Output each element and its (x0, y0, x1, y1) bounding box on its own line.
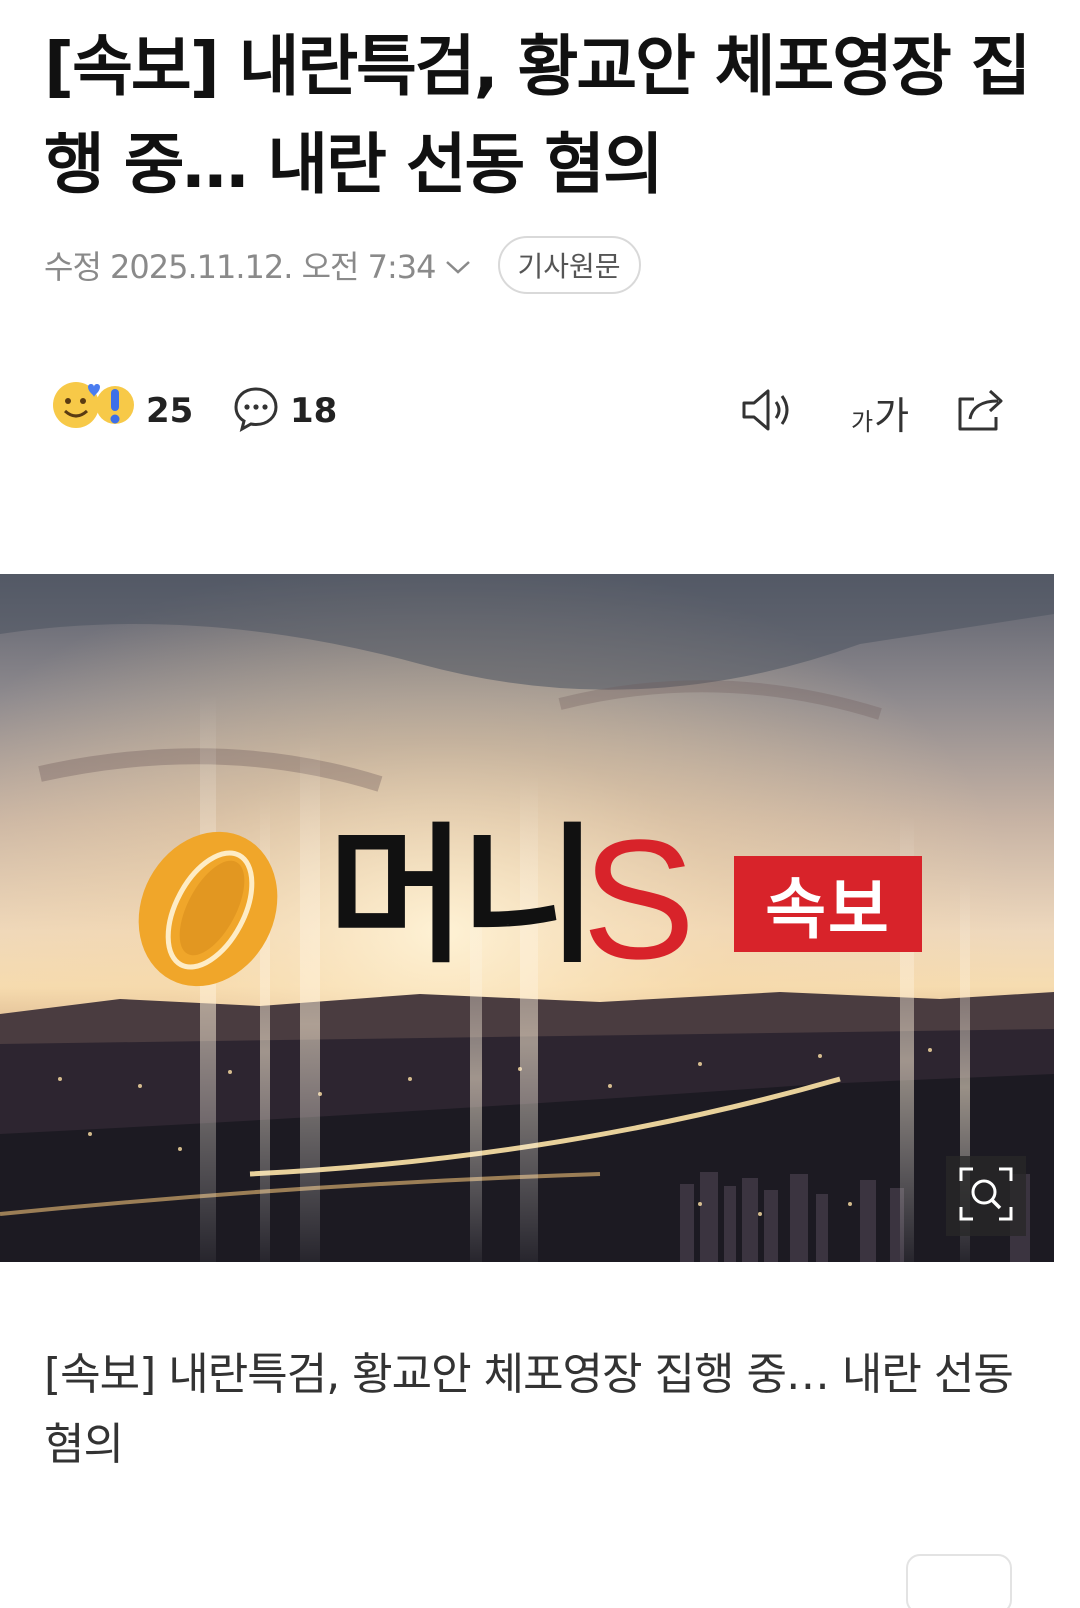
reaction-button[interactable]: 25 (50, 378, 193, 444)
reaction-emoji-icon (50, 381, 140, 441)
image-zoom-button[interactable] (946, 1156, 1026, 1236)
article-hero-image[interactable]: 머니 S 속보 (0, 574, 1054, 1262)
article-date: 수정 2025.11.12. 오전 7:34 (44, 248, 437, 286)
original-article-button[interactable]: 기사원문 (497, 236, 641, 294)
comment-count: 18 (290, 391, 338, 431)
speaker-icon (740, 386, 796, 438)
comment-button[interactable]: 18 (232, 378, 337, 444)
image-caption: [속보] 내란특검, 황교안 체포영장 집행 중… 내란 선동 혐의 (44, 1349, 1014, 1470)
font-size-large-label: 가 (874, 393, 910, 438)
reaction-count: 25 (146, 391, 194, 431)
floating-action-button[interactable] (906, 1554, 1012, 1608)
chevron-down-icon[interactable] (444, 257, 472, 277)
text-to-speech-button[interactable] (738, 384, 798, 440)
comment-icon (232, 385, 280, 437)
font-size-button[interactable]: 가 가 (844, 384, 916, 440)
article-meta: 수정 2025.11.12. 오전 7:34 기사원문 (44, 236, 641, 294)
breaking-news-badge: 속보 (734, 856, 922, 952)
money-s-logo-icon (128, 824, 288, 998)
article-headline: [속보] 내란특검, 황교안 체포영장 집행 중… 내란 선동 혐의 (44, 28, 1031, 203)
share-icon (954, 385, 1006, 439)
brand-s-letter: S (582, 805, 696, 995)
article-action-bar: 25 18 가 가 (44, 378, 1034, 444)
zoom-magnifier-icon (957, 1165, 1015, 1227)
share-button[interactable] (952, 384, 1008, 440)
font-size-small-label: 가 (850, 407, 874, 436)
brand-name-text: 머니 (328, 810, 598, 984)
